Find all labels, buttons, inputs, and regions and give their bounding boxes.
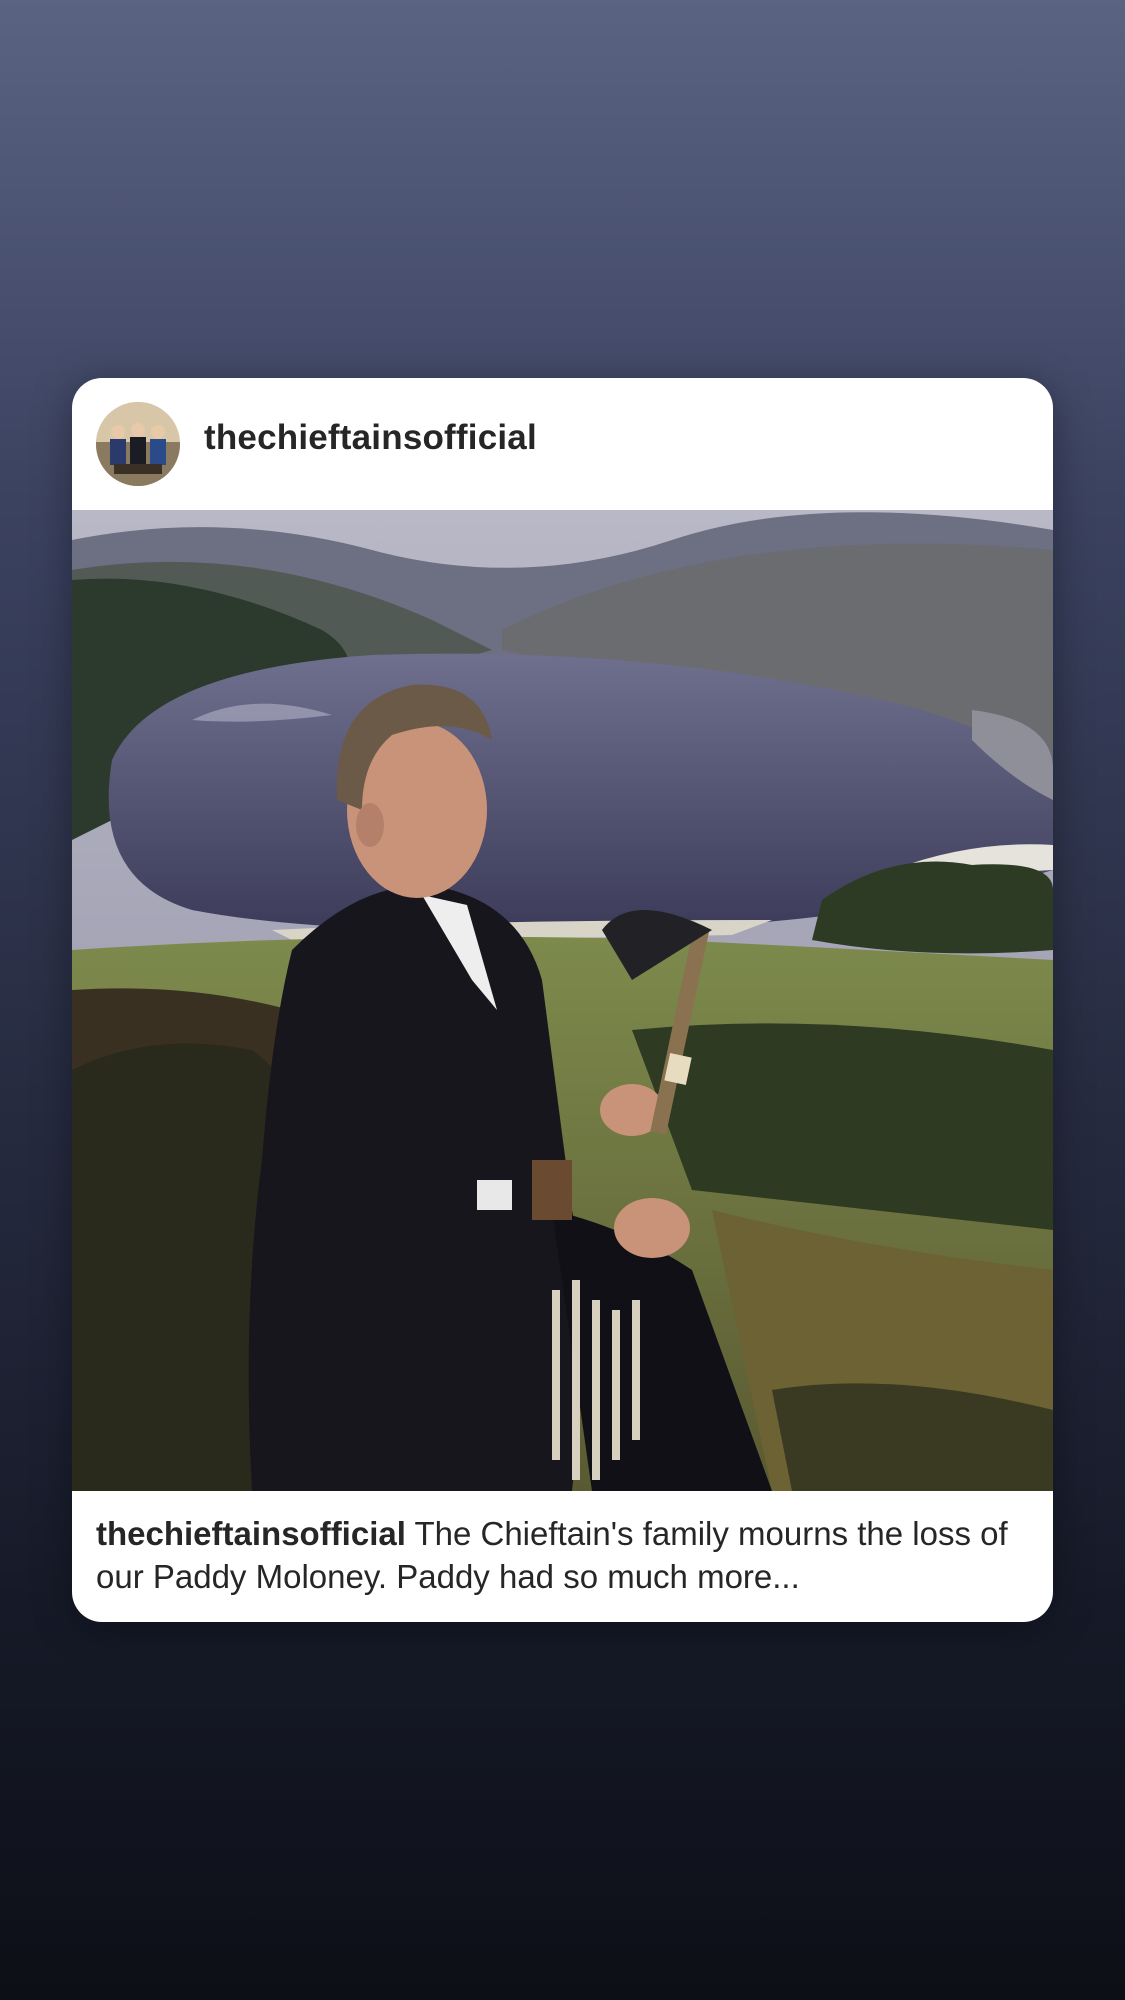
- caption-username[interactable]: thechieftainsofficial: [96, 1515, 406, 1552]
- profile-avatar[interactable]: [96, 402, 180, 486]
- post-photo[interactable]: [72, 510, 1053, 1491]
- post-username[interactable]: thechieftainsofficial: [204, 418, 537, 458]
- post-header: thechieftainsofficial: [72, 378, 1053, 510]
- musician-by-lake-image: [72, 510, 1053, 1491]
- shared-post-card[interactable]: thechieftainsofficial thechieftainsoffic…: [72, 378, 1053, 1622]
- post-caption: thechieftainsofficial The Chieftain's fa…: [96, 1512, 1036, 1598]
